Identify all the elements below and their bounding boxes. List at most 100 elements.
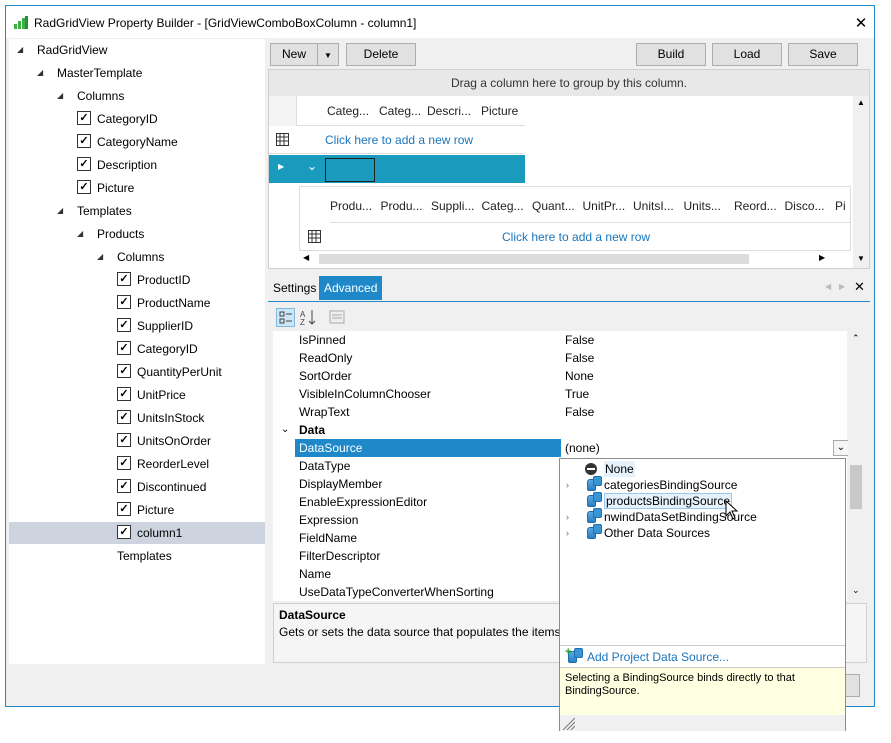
child-add-new-row-link[interactable]: Click here to add a new row — [502, 230, 650, 244]
datasource-option[interactable]: › categoriesBindingSource — [560, 476, 845, 493]
tab-scroll-right-icon[interactable]: ▶ — [839, 282, 845, 291]
new-row[interactable]: Click here to add a new row — [269, 126, 525, 154]
tree-node[interactable]: ✓ UnitsOnOrder — [117, 430, 265, 452]
property-row[interactable]: ReadOnly False — [273, 349, 847, 367]
tree-node[interactable]: ✓ Picture — [77, 177, 265, 199]
tree-node[interactable]: ✓ CategoryName — [77, 131, 265, 153]
tree-checkbox[interactable]: ✓ — [117, 341, 131, 355]
expand-chevron-icon[interactable]: › — [566, 525, 569, 541]
tree-checkbox[interactable]: ✓ — [77, 180, 91, 194]
property-value[interactable]: False — [565, 331, 594, 349]
column-header[interactable]: Categ... — [379, 104, 421, 118]
expand-chevron-icon[interactable]: › — [566, 509, 569, 525]
resize-grip-bar[interactable] — [560, 715, 845, 731]
category-data[interactable]: ⌄ Data — [273, 421, 847, 439]
column-header[interactable]: Picture — [481, 104, 518, 118]
scroll-up-icon[interactable]: ▲ — [857, 98, 865, 107]
resize-grip-icon[interactable] — [563, 718, 575, 730]
child-column-header[interactable]: UnitPr... — [583, 199, 626, 213]
expand-chevron-icon[interactable]: › — [566, 477, 569, 493]
tree-checkbox[interactable]: ✓ — [117, 525, 131, 539]
tree-checkbox[interactable]: ✓ — [117, 272, 131, 286]
vertical-scrollbar[interactable]: ▲ ▼ — [853, 96, 869, 268]
tree-checkbox[interactable]: ✓ — [77, 134, 91, 148]
property-row[interactable]: WrapText False — [273, 403, 847, 421]
tree-node[interactable]: ✓ ProductName — [117, 292, 265, 314]
tree-node[interactable]: ◢ RadGridView — [17, 39, 265, 61]
child-column-header[interactable]: Produ... — [381, 199, 423, 213]
tab-advanced[interactable]: Advanced — [319, 276, 383, 300]
tree-node[interactable]: ✓ UnitPrice — [117, 384, 265, 406]
expand-arrow-icon[interactable]: ◢ — [37, 62, 49, 84]
build-button[interactable]: Build — [636, 43, 706, 66]
tree-node[interactable]: ✓ UnitsInStock — [117, 407, 265, 429]
expand-chevron-icon[interactable]: ⌄ — [307, 159, 317, 173]
tree-node[interactable]: ◢ Products — [77, 223, 265, 245]
tree-node[interactable]: ✓ ProductID — [117, 269, 265, 291]
child-column-header[interactable]: Categ... — [482, 199, 524, 213]
add-project-data-source[interactable]: + Add Project Data Source... — [565, 646, 841, 665]
tree-node[interactable]: ✓ ReorderLevel — [117, 453, 265, 475]
child-column-header[interactable]: Suppli... — [431, 199, 474, 213]
property-scrollbar[interactable]: ⌃ ⌄ — [848, 331, 864, 601]
close-tab-icon[interactable]: ✕ — [854, 279, 865, 295]
child-column-header[interactable]: Reord... — [734, 199, 777, 213]
close-window-button[interactable]: ✕ — [851, 14, 871, 32]
new-dropdown-button[interactable]: ▼ — [317, 43, 339, 66]
tree-checkbox[interactable]: ✓ — [117, 295, 131, 309]
tree-node[interactable]: ◢ MasterTemplate — [37, 62, 265, 84]
h-scroll-thumb[interactable] — [319, 254, 749, 264]
new-button[interactable]: New — [270, 43, 318, 66]
delete-button[interactable]: Delete — [346, 43, 416, 66]
add-project-data-source-link[interactable]: Add Project Data Source... — [587, 650, 729, 664]
scroll-right-icon[interactable]: ▶ — [819, 253, 825, 262]
tree-node[interactable]: ✓ CategoryID — [77, 108, 265, 130]
datasource-option[interactable]: None — [560, 461, 845, 477]
tree-node[interactable]: ◢ Templates — [57, 200, 265, 222]
property-value[interactable]: False — [565, 403, 594, 421]
datasource-dropdown-popup[interactable]: None › categoriesBindingSource productsBind… — [559, 458, 846, 731]
tree-node[interactable]: ✓ QuantityPerUnit — [117, 361, 265, 383]
property-row[interactable]: VisibleInColumnChooser True — [273, 385, 847, 403]
expand-arrow-icon[interactable]: ◢ — [77, 223, 89, 245]
datasource-list[interactable]: None › categoriesBindingSource productsBind… — [560, 459, 845, 549]
tree-node[interactable]: ◢ Columns — [57, 85, 265, 107]
save-button[interactable]: Save — [788, 43, 858, 66]
datasource-dropdown-button[interactable]: ⌄ — [833, 440, 849, 456]
column-header[interactable]: Descri... — [427, 104, 471, 118]
expand-arrow-icon[interactable]: ◢ — [57, 85, 69, 107]
current-cell[interactable] — [325, 158, 375, 182]
expand-arrow-icon[interactable]: ◢ — [97, 246, 109, 268]
expand-arrow-icon[interactable]: ◢ — [17, 39, 29, 61]
property-row-selected[interactable]: DataSource (none) ⌄ — [273, 439, 849, 457]
tree-checkbox[interactable]: ✓ — [117, 456, 131, 470]
datasource-option[interactable]: › Other Data Sources — [560, 524, 845, 541]
tree-checkbox[interactable]: ✓ — [117, 387, 131, 401]
property-value[interactable]: None — [565, 367, 594, 385]
datasource-option[interactable]: productsBindingSource — [560, 492, 845, 509]
tree-checkbox[interactable]: ✓ — [117, 318, 131, 332]
tab-settings[interactable]: Settings — [268, 276, 321, 300]
grid-preview[interactable]: Drag a column here to group by this colu… — [268, 69, 870, 269]
load-button[interactable]: Load — [712, 43, 782, 66]
property-row[interactable]: IsPinned False — [273, 331, 847, 349]
tree-node[interactable]: ✓ SupplierID — [117, 315, 265, 337]
scroll-left-icon[interactable]: ◀ — [303, 253, 309, 262]
tree-node[interactable]: ◢ Columns — [97, 246, 265, 268]
categorized-view-button[interactable] — [276, 308, 295, 327]
tab-scroll-left-icon[interactable]: ◀ — [825, 282, 831, 291]
scroll-down-icon[interactable]: ⌄ — [852, 585, 860, 596]
child-column-header[interactable]: Quant... — [532, 199, 575, 213]
child-new-row[interactable]: Click here to add a new row — [300, 223, 850, 251]
tree-node[interactable]: ✓ Discontinued — [117, 476, 265, 498]
scroll-down-icon[interactable]: ▼ — [857, 254, 865, 263]
child-column-header[interactable]: Pi — [835, 199, 846, 213]
tree-node[interactable]: ✓ column1 — [9, 522, 265, 544]
current-row[interactable]: ▶ ⌄ — [269, 155, 525, 183]
tree-node[interactable]: Templates — [97, 545, 265, 567]
expand-arrow-icon[interactable]: ◢ — [57, 200, 69, 222]
tree-checkbox[interactable]: ✓ — [117, 433, 131, 447]
tree-checkbox[interactable]: ✓ — [77, 157, 91, 171]
alphabetical-view-button[interactable]: A Z — [299, 308, 318, 327]
template-tree[interactable]: ◢ RadGridView ◢ MasterTemplate ◢ Columns ✓ Cate… — [9, 39, 265, 664]
